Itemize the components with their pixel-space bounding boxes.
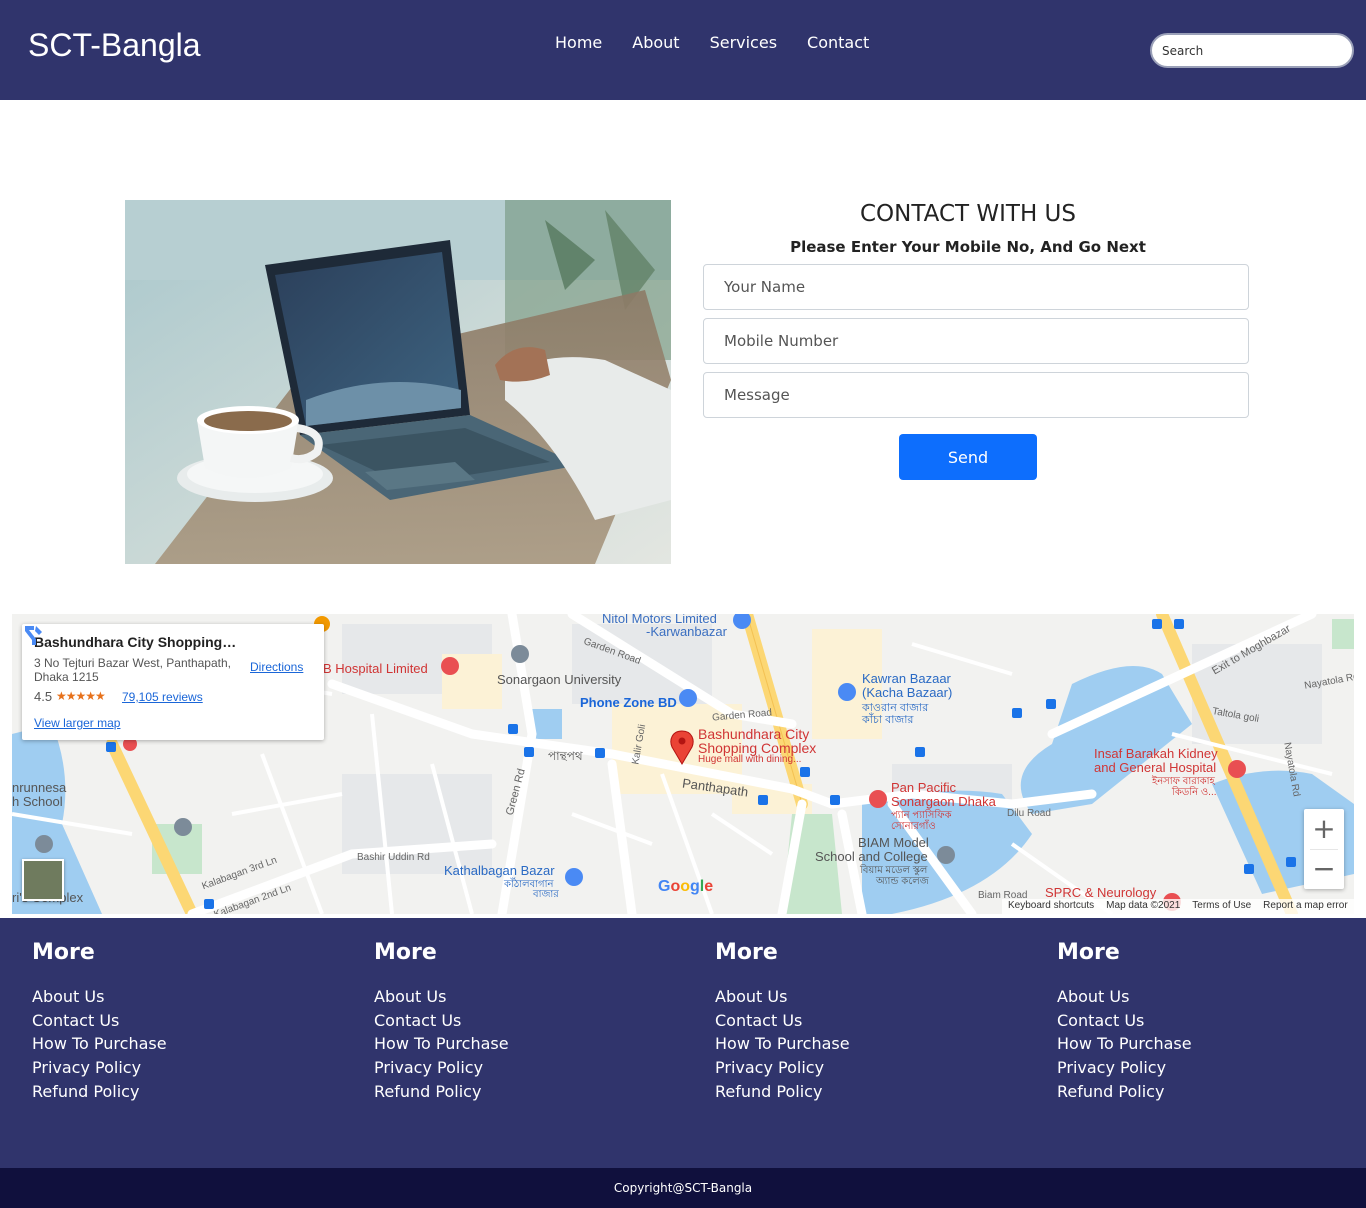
map-label-biam-bn2: অ্যান্ড কলেজ	[876, 876, 929, 887]
footer-link-contact[interactable]: Contact Us	[715, 1009, 1015, 1033]
map-embed[interactable]: Nitol Motors Limited -Karwanbazar B Hosp…	[12, 614, 1354, 914]
map-label-kacha: (Kacha Bazaar)	[862, 685, 953, 700]
footer-link-privacy[interactable]: Privacy Policy	[715, 1056, 1015, 1080]
footer-link-refund[interactable]: Refund Policy	[374, 1080, 674, 1104]
map-label-biam-1: BIAM Model	[858, 835, 929, 850]
send-button[interactable]: Send	[899, 434, 1037, 480]
footer-link-purchase[interactable]: How To Purchase	[715, 1032, 1015, 1056]
map-label-bashundhara-3: Huge mall with dining...	[698, 754, 802, 765]
footer-link-about[interactable]: About Us	[374, 985, 674, 1009]
map-label-insaf-1: Insaf Barakah Kidney	[1094, 746, 1218, 761]
map-label-arunnesa-2: h School	[12, 794, 63, 809]
map-label-insaf-bn2: কিডনি ও...	[1172, 787, 1217, 798]
report-error-link[interactable]: Report a map error	[1263, 900, 1347, 913]
map-label-hospital: B Hospital Limited	[323, 661, 428, 676]
nav-services[interactable]: Services	[710, 33, 777, 52]
map-label-panthapath-bn: পান্থপথ	[548, 749, 583, 763]
footer-column: More About Us Contact Us How To Purchase…	[1057, 940, 1357, 1104]
footer-link-purchase[interactable]: How To Purchase	[1057, 1032, 1357, 1056]
map-label-dilu-road: Dilu Road	[1007, 808, 1051, 819]
main-nav: Home About Services Contact	[555, 33, 869, 52]
footer-link-refund[interactable]: Refund Policy	[715, 1080, 1015, 1104]
map-attribution: Keyboard shortcuts Map data ©2021 Terms …	[1002, 899, 1354, 914]
site-footer: More About Us Contact Us How To Purchase…	[0, 918, 1366, 1168]
footer-link-about[interactable]: About Us	[715, 985, 1015, 1009]
map-label-bashir-uddin: Bashir Uddin Rd	[357, 852, 430, 863]
footer-link-purchase[interactable]: How To Purchase	[374, 1032, 674, 1056]
map-label-kacha-bn: কাঁচা বাজার	[862, 714, 914, 726]
site-brand[interactable]: SCT-Bangla	[28, 27, 201, 64]
footer-link-contact[interactable]: Contact Us	[1057, 1009, 1357, 1033]
contact-title: CONTACT WITH US	[860, 201, 1076, 227]
terms-link[interactable]: Terms of Use	[1192, 900, 1251, 913]
google-logo: Google	[658, 878, 714, 895]
nav-contact[interactable]: Contact	[807, 33, 869, 52]
footer-link-privacy[interactable]: Privacy Policy	[1057, 1056, 1357, 1080]
footer-column-title: More	[374, 940, 437, 965]
zoom-out-button[interactable]: −	[1304, 849, 1344, 889]
map-label-phone-zone: Phone Zone BD	[580, 695, 677, 710]
footer-link-about[interactable]: About Us	[1057, 985, 1357, 1009]
reviews-link[interactable]: 79,105 reviews	[122, 690, 203, 704]
footer-column: More About Us Contact Us How To Purchase…	[715, 940, 1015, 1104]
footer-column: More About Us Contact Us How To Purchase…	[374, 940, 674, 1104]
map-label-karwan: -Karwanbazar	[646, 624, 727, 639]
place-rating: 4.5	[34, 689, 53, 704]
hero-image	[125, 200, 671, 564]
mobile-field[interactable]	[703, 318, 1249, 364]
nav-about[interactable]: About	[632, 33, 679, 52]
map-label-kathalbagan: Kathalbagan Bazar	[444, 863, 555, 878]
nav-home[interactable]: Home	[555, 33, 602, 52]
map-label-kathalbagan-bn2: বাজার	[533, 889, 559, 900]
footer-column-title: More	[715, 940, 778, 965]
footer-link-refund[interactable]: Refund Policy	[32, 1080, 332, 1104]
keyboard-shortcuts-link[interactable]: Keyboard shortcuts	[1008, 900, 1094, 913]
map-data-text: Map data ©2021	[1106, 900, 1181, 911]
map-label-arunnesa-1: nrunnesa	[12, 780, 67, 795]
satellite-toggle[interactable]	[22, 859, 64, 901]
contact-subtitle: Please Enter Your Mobile No, And Go Next	[790, 238, 1146, 256]
footer-link-contact[interactable]: Contact Us	[32, 1009, 332, 1033]
map-label-biam-2: School and College	[815, 849, 928, 864]
map-place-card: Bashundhara City Shopping C... 3 No Tejt…	[22, 624, 324, 740]
copyright-bar: Copyright@SCT-Bangla	[0, 1168, 1366, 1208]
map-label-kawran: Kawran Bazaar	[862, 671, 951, 686]
footer-link-purchase[interactable]: How To Purchase	[32, 1032, 332, 1056]
map-label-pan-pacific-1: Pan Pacific	[891, 780, 957, 795]
footer-column: More About Us Contact Us How To Purchase…	[32, 940, 332, 1104]
site-header: SCT-Bangla Home About Services Contact	[0, 0, 1366, 100]
map-label-insaf-2: and General Hospital	[1094, 760, 1217, 775]
directions-link[interactable]: Directions	[250, 660, 303, 674]
message-field[interactable]	[703, 372, 1249, 418]
map-label-pan-pacific-bn2: সোনারগাঁও	[891, 821, 936, 832]
map-zoom-control: + −	[1304, 809, 1344, 889]
footer-link-privacy[interactable]: Privacy Policy	[32, 1056, 332, 1080]
footer-link-contact[interactable]: Contact Us	[374, 1009, 674, 1033]
rating-stars-icon: ★★★★★	[56, 689, 106, 703]
place-name: Bashundhara City Shopping C...	[34, 634, 239, 650]
map-label-pan-pacific-2: Sonargaon Dhaka	[891, 794, 996, 809]
footer-column-title: More	[1057, 940, 1120, 965]
place-address: 3 No Tejturi Bazar West, Panthapath, Dha…	[34, 656, 231, 684]
footer-column-title: More	[32, 940, 95, 965]
view-larger-map-link[interactable]: View larger map	[34, 716, 120, 730]
map-label-sonargaon-univ: Sonargaon University	[497, 672, 622, 687]
search-input[interactable]	[1150, 33, 1354, 68]
footer-link-about[interactable]: About Us	[32, 985, 332, 1009]
zoom-in-button[interactable]: +	[1304, 809, 1344, 849]
name-field[interactable]	[703, 264, 1249, 310]
directions-icon[interactable]	[22, 624, 44, 646]
footer-link-privacy[interactable]: Privacy Policy	[374, 1056, 674, 1080]
map-label-sprc: SPRC & Neurology	[1045, 885, 1157, 900]
footer-link-refund[interactable]: Refund Policy	[1057, 1080, 1357, 1104]
